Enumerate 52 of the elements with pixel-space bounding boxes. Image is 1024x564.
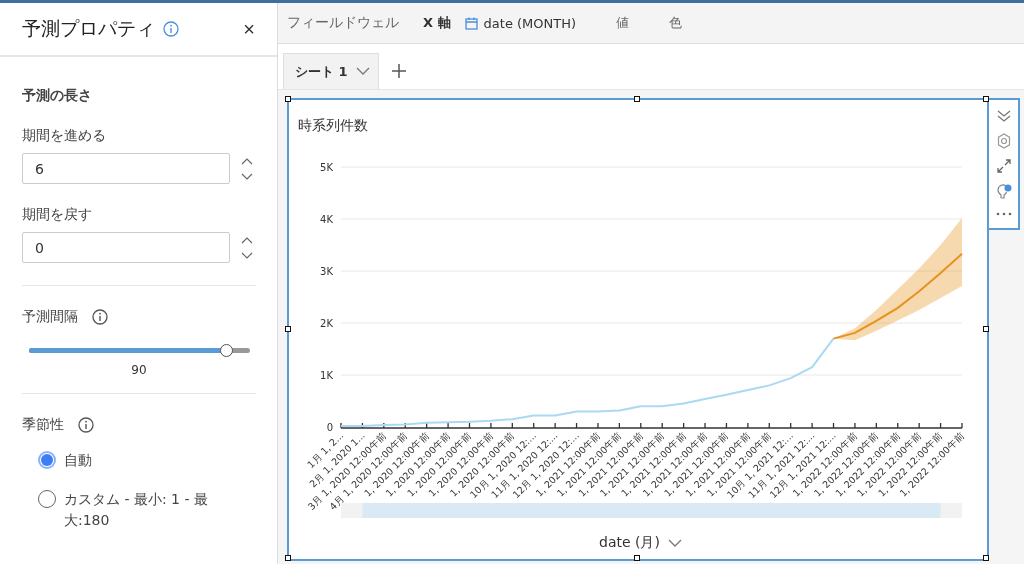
- resize-handle[interactable]: [285, 96, 291, 102]
- number-field[interactable]: 6: [22, 153, 230, 184]
- axis-tick-label: 4K: [320, 214, 333, 225]
- radio-label: カスタム - 最小: 1 - 最大:180: [64, 490, 209, 530]
- field-label: 予測間隔: [22, 308, 78, 326]
- plus-icon: [390, 63, 407, 79]
- radio-button[interactable]: [38, 490, 56, 508]
- field-well-label[interactable]: 値: [616, 14, 630, 32]
- lightbulb-icon[interactable]: [994, 183, 1013, 201]
- radio-label: 自動: [64, 451, 93, 470]
- field-wells-label: フィールドウェル: [287, 14, 399, 32]
- axis-tick-label: 3K: [320, 266, 333, 277]
- stepper-icon[interactable]: [240, 235, 254, 260]
- resize-handle[interactable]: [983, 325, 989, 332]
- resize-handle[interactable]: [983, 96, 989, 102]
- sheet-tab[interactable]: シート 1: [283, 53, 379, 89]
- number-field[interactable]: 0: [22, 232, 230, 263]
- radio-button[interactable]: [38, 451, 56, 469]
- resize-handle[interactable]: [634, 555, 640, 561]
- field-label: 期間を進める: [22, 127, 107, 145]
- calendar-icon: [464, 16, 478, 30]
- chevron-down-icon[interactable]: [355, 67, 370, 76]
- expand-icon[interactable]: [996, 159, 1011, 173]
- axis-tick-label: 1K: [320, 370, 333, 381]
- field-well-label[interactable]: 色: [669, 14, 683, 32]
- info-icon[interactable]: [78, 417, 94, 433]
- resize-handle[interactable]: [983, 555, 989, 561]
- resize-handle[interactable]: [285, 555, 291, 561]
- field-label: 期間を戻す: [22, 206, 93, 224]
- panel-title: 予測プロパティ: [22, 16, 155, 41]
- chevron-down-icon[interactable]: [667, 538, 682, 548]
- stepper-icon[interactable]: [240, 156, 254, 181]
- axis-tick-label: 0: [326, 422, 333, 433]
- section-heading: 予測の長さ: [22, 87, 93, 105]
- resize-handle[interactable]: [285, 325, 291, 332]
- info-icon[interactable]: [163, 21, 179, 37]
- slider-track[interactable]: [29, 343, 250, 358]
- slider-thumb[interactable]: [219, 344, 233, 357]
- slider-value: 90: [130, 363, 148, 377]
- field-chip[interactable]: date (MONTH): [483, 15, 577, 31]
- info-icon[interactable]: [92, 309, 108, 325]
- close-button[interactable]: ×: [243, 17, 255, 41]
- axis-title: date (月): [599, 534, 660, 552]
- chart-title: 時系列件数: [298, 117, 368, 135]
- more-icon[interactable]: [995, 211, 1012, 217]
- resize-handle[interactable]: [634, 96, 640, 102]
- settings-icon[interactable]: [995, 133, 1012, 149]
- axis-tick-label: 2K: [320, 318, 333, 329]
- field-label: 季節性: [22, 416, 64, 434]
- collapse-icon[interactable]: [995, 109, 1012, 123]
- axis-tick-label: 5K: [320, 162, 333, 173]
- field-well-label[interactable]: X 軸: [423, 14, 451, 32]
